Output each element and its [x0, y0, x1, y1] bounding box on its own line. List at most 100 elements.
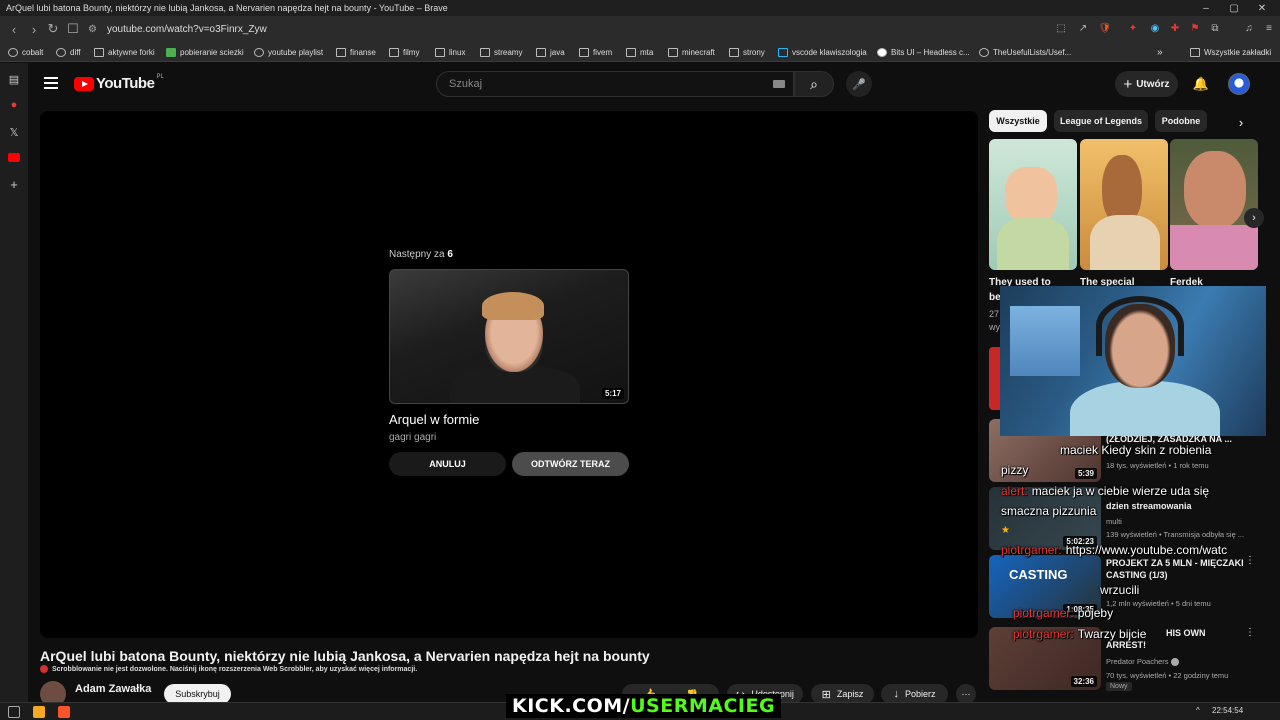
- video-title[interactable]: PROJEKT ZA 5 MLN - MIĘCZAKI CASTING (1/3…: [1106, 557, 1246, 581]
- short-views: 27: [989, 309, 1000, 319]
- country-code: PL: [156, 73, 164, 80]
- scrobbler-icon: [40, 665, 48, 673]
- create-button[interactable]: + Utwórz: [1115, 71, 1178, 97]
- brave-taskbar-icon[interactable]: [58, 706, 70, 718]
- bookmark-item[interactable]: pobieranie sciezki: [166, 45, 244, 59]
- thumbnail-text: CASTING: [1009, 567, 1068, 582]
- bookmark-folder[interactable]: strony: [729, 45, 765, 59]
- media-icon[interactable]: ♫: [1240, 19, 1258, 37]
- bookmark-page-icon[interactable]: ☐: [63, 19, 83, 39]
- address-bar[interactable]: ⚙ youtube.com/watch?v=o3Finrx_Zyw: [88, 19, 1038, 39]
- bookmark-folder[interactable]: mta: [626, 45, 653, 59]
- more-actions-button[interactable]: ⋯: [956, 684, 976, 704]
- extensions-puzzle-icon[interactable]: ⧉: [1206, 19, 1224, 37]
- folder-icon: [729, 47, 739, 57]
- chip-related[interactable]: Podobne: [1155, 110, 1207, 132]
- close-window-button[interactable]: ✕: [1248, 0, 1276, 16]
- bookmark-folder[interactable]: filmy: [389, 45, 419, 59]
- bookmarks-overflow-icon[interactable]: »: [1157, 45, 1163, 59]
- bookmark-folder[interactable]: streamy: [480, 45, 522, 59]
- channel-name[interactable]: Adam Zawałka: [75, 683, 151, 695]
- more-vertical-icon[interactable]: ⋮: [1245, 555, 1255, 566]
- upnext-thumbnail[interactable]: 5:17: [389, 269, 629, 404]
- bookmark-item[interactable]: diff: [56, 45, 81, 59]
- install-app-icon[interactable]: ⬚: [1052, 19, 1070, 37]
- keyboard-icon[interactable]: [773, 80, 785, 88]
- folder-icon: [389, 47, 399, 57]
- short-title-line2: be: [989, 292, 1001, 303]
- add-panel-icon[interactable]: +: [6, 176, 22, 192]
- youtube-logo[interactable]: YouTube PL: [74, 73, 164, 92]
- voice-search-button[interactable]: 🎤: [846, 71, 872, 97]
- new-badge: Nowy: [1106, 682, 1132, 691]
- folder-icon: [435, 47, 445, 57]
- all-bookmarks-folder[interactable]: Wszystkie zakładki: [1190, 45, 1271, 59]
- site-info-icon[interactable]: ⚙: [88, 24, 97, 35]
- bookmark-folder[interactable]: finanse: [336, 45, 376, 59]
- bookmark-folder[interactable]: linux: [435, 45, 465, 59]
- bookmark-folder[interactable]: minecraft: [668, 45, 715, 59]
- chat-message: pizzy: [1001, 463, 1029, 477]
- reload-icon[interactable]: ↻: [43, 19, 63, 39]
- bookmark-item[interactable]: TheUsefulLists/Usef...: [979, 45, 1071, 59]
- back-icon[interactable]: ‹: [4, 19, 24, 39]
- folder-icon: [668, 47, 678, 57]
- save-playlist-icon: ⊞: [821, 688, 831, 701]
- extension-icon-4[interactable]: ⚑: [1186, 19, 1204, 37]
- sidebar-app-icon[interactable]: ●: [6, 97, 22, 113]
- bookmark-item[interactable]: vscode klawiszologia: [778, 45, 867, 59]
- extension-icon-2[interactable]: ◉: [1146, 19, 1164, 37]
- channel-name: Predator Poachers: [1106, 657, 1256, 667]
- share-icon[interactable]: ↗: [1074, 19, 1092, 37]
- forward-icon[interactable]: ›: [24, 19, 44, 39]
- maximize-button[interactable]: ▢: [1220, 0, 1248, 16]
- subscribe-button[interactable]: Subskrybuj: [164, 684, 231, 704]
- bookmark-item[interactable]: aktywne forki: [94, 45, 155, 59]
- chip-scroll-right-icon[interactable]: ›: [1232, 113, 1250, 131]
- guide-menu-icon[interactable]: [44, 77, 58, 89]
- extension-icon-3[interactable]: ✚: [1166, 19, 1184, 37]
- sidebar-toggle-icon[interactable]: ▤: [6, 71, 22, 87]
- save-button[interactable]: ⊞ Zapisz: [811, 684, 874, 704]
- bookmark-folder[interactable]: java: [536, 45, 565, 59]
- bookmark-item[interactable]: youtube playlist: [254, 45, 323, 59]
- shorts-next-icon[interactable]: ›: [1244, 208, 1264, 228]
- start-icon[interactable]: [8, 706, 20, 718]
- streamer-webcam-overlay: [1000, 286, 1266, 436]
- x-icon[interactable]: 𝕏: [6, 124, 22, 140]
- video-title[interactable]: dzien streamowania: [1106, 500, 1246, 512]
- short-thumbnail[interactable]: [1170, 139, 1258, 270]
- notifications-bell-icon[interactable]: 🔔: [1192, 75, 1210, 93]
- more-vertical-icon[interactable]: ⋮: [1245, 627, 1255, 638]
- play-now-button[interactable]: ODTWÓRZ TERAZ: [512, 452, 629, 476]
- upnext-title[interactable]: Arquel w formie: [389, 412, 479, 427]
- account-avatar[interactable]: [1228, 73, 1250, 95]
- window-title: ArQuel lubi batona Bounty, niektórzy nie…: [6, 3, 448, 13]
- chip-league-of-legends[interactable]: League of Legends: [1054, 110, 1148, 132]
- download-button[interactable]: ↓ Pobierz: [881, 684, 948, 704]
- kick-channel-banner: KICK.COM/USERMACIEG: [506, 694, 782, 718]
- bookmark-item[interactable]: Bits UI – Headless c...: [877, 45, 970, 59]
- short-thumbnail[interactable]: [1080, 139, 1168, 270]
- video-meta: 1,2 mln wyświetleń • 5 dni temu: [1106, 599, 1211, 608]
- short-thumbnail[interactable]: [989, 139, 1077, 270]
- tray-chevron-icon[interactable]: ^: [1196, 706, 1200, 715]
- cancel-autoplay-button[interactable]: ANULUJ: [389, 452, 506, 476]
- search-input[interactable]: Szukaj: [436, 71, 794, 97]
- menu-icon[interactable]: ≡: [1260, 19, 1278, 37]
- brave-shields-icon[interactable]: 🛡: [1096, 19, 1114, 37]
- bookmark-item[interactable]: cobalt: [8, 45, 43, 59]
- chat-message: maciek Kiedy skin z robienia: [1060, 443, 1212, 457]
- folder-icon: [1190, 47, 1200, 57]
- video-meta: 139 wyświetleń • Transmisja odbyła się .…: [1106, 530, 1245, 539]
- youtube-sidebar-icon[interactable]: [6, 149, 22, 165]
- bookmark-folder[interactable]: fivem: [579, 45, 612, 59]
- extension-icon-1[interactable]: ✦: [1124, 19, 1142, 37]
- file-explorer-icon[interactable]: [33, 706, 45, 718]
- chat-message: piotrgamer: https://www.youtube.com/watc: [1001, 543, 1228, 557]
- minimize-button[interactable]: –: [1192, 0, 1220, 16]
- video-meta: 18 tys. wyświetleń • 1 rok temu: [1106, 461, 1209, 470]
- search-button[interactable]: ⌕: [794, 71, 834, 97]
- upnext-countdown: Następny za 6: [389, 249, 453, 260]
- chip-all[interactable]: Wszystkie: [989, 110, 1047, 132]
